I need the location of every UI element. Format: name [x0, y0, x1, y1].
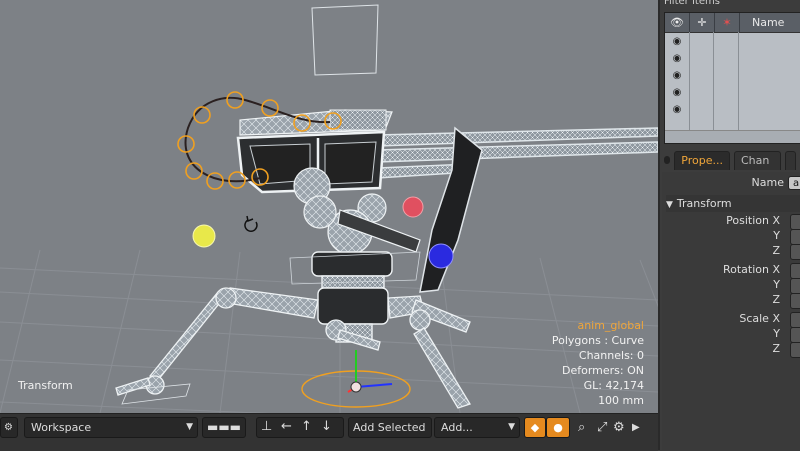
- dropdown-arrow-icon: ▼: [508, 422, 515, 432]
- play-icon[interactable]: ▶: [632, 417, 640, 438]
- position-z-field[interactable]: [790, 244, 800, 260]
- 3d-viewport[interactable]: Transform anim_global Polygons : Curve C…: [0, 0, 658, 413]
- render-column-icon[interactable]: ✶: [715, 13, 740, 32]
- search-icon[interactable]: ⌕: [578, 417, 585, 438]
- name-field[interactable]: a: [788, 176, 800, 190]
- right-panel: Filter Items 👁 ✛ ✶ Name ◉ ◉ ◉ ◉ ◉ Prope.…: [658, 0, 800, 450]
- info-channels: Channels: 0: [578, 349, 644, 362]
- scale-y-label: Y: [773, 327, 780, 340]
- maximize-icon[interactable]: ⤢: [597, 417, 607, 438]
- info-gl: GL: 42,174: [583, 379, 644, 392]
- scale-z-field[interactable]: [790, 342, 800, 358]
- column-divider: [689, 32, 690, 143]
- tab-properties[interactable]: Prope...: [674, 151, 730, 170]
- tripod-legs: [115, 287, 471, 409]
- info-deformers: Deformers: ON: [562, 364, 644, 377]
- viewport-tool-label: Transform: [18, 379, 73, 392]
- eye-icon[interactable]: ◉: [665, 87, 689, 98]
- gun-barrels: [377, 127, 658, 179]
- rotate-cursor-icon: [244, 215, 258, 232]
- scale-y-field[interactable]: [790, 327, 800, 343]
- rotation-y-label: Y: [773, 278, 780, 291]
- dropdown-arrow-icon: ▼: [186, 422, 193, 432]
- position-y-field[interactable]: [790, 229, 800, 245]
- name-label: Name: [751, 176, 784, 189]
- workspace-label: Workspace: [31, 421, 92, 434]
- hierarchy-nav-group: ⊥ ← ↑ ↓: [256, 417, 344, 438]
- list-item[interactable]: ◉: [665, 84, 800, 101]
- layout-grid-button[interactable]: ▬▬▬: [202, 417, 246, 438]
- items-header: 👁 ✛ ✶ Name: [665, 13, 800, 33]
- items-scrollbar[interactable]: [665, 130, 800, 143]
- list-item[interactable]: ◉: [665, 101, 800, 118]
- info-item-name: anim_global: [577, 319, 644, 332]
- column-divider: [713, 32, 714, 143]
- list-item[interactable]: ◉: [665, 67, 800, 84]
- properties-tabs: Prope... Chan ...: [664, 151, 800, 185]
- section-title: Transform: [676, 197, 732, 210]
- blue-handle[interactable]: [428, 243, 454, 269]
- camera-frame: [311, 4, 379, 76]
- position-y-label: Y: [773, 229, 780, 242]
- tab-more[interactable]: [785, 151, 796, 170]
- key-diamond-icon: ◆: [530, 421, 540, 434]
- position-x-field[interactable]: [790, 214, 800, 230]
- hierarchy-icon[interactable]: ⊥: [261, 416, 272, 437]
- list-item[interactable]: ◉: [665, 50, 800, 67]
- column-divider: [738, 32, 739, 143]
- arrow-down-icon[interactable]: ↓: [321, 416, 332, 437]
- bottom-toolbar: ⚙ Workspace ▼ ▬▬▬ ⊥ ← ↑ ↓ Add Selected A…: [0, 413, 658, 451]
- lock-column-icon[interactable]: ✛: [690, 13, 715, 32]
- rotation-x-label: Rotation X: [722, 263, 780, 276]
- scale-x-field[interactable]: [790, 312, 800, 328]
- eye-icon[interactable]: ◉: [665, 36, 689, 47]
- rotation-z-field[interactable]: [790, 293, 800, 309]
- scale-z-label: Z: [772, 342, 780, 355]
- eye-icon[interactable]: ◉: [665, 70, 689, 81]
- panel-menu-icon[interactable]: [664, 156, 671, 164]
- tab-channels[interactable]: Chan ...: [733, 151, 782, 185]
- add-dropdown[interactable]: Add... ▼: [434, 417, 520, 438]
- eye-icon[interactable]: ◉: [665, 104, 689, 115]
- info-polygons: Polygons : Curve: [551, 334, 644, 347]
- layout-toggle-button[interactable]: ⚙: [0, 417, 18, 438]
- items-panel-title: Filter Items: [664, 0, 720, 7]
- viewport-info: anim_global Polygons : Curve Channels: 0…: [552, 318, 644, 408]
- arrow-left-icon[interactable]: ←: [281, 416, 292, 437]
- key-circle-icon: ●: [553, 421, 563, 434]
- rotation-x-field[interactable]: [790, 263, 800, 279]
- add-label: Add...: [441, 421, 473, 434]
- transform-gizmo[interactable]: [301, 350, 411, 408]
- transform-section[interactable]: ▼ Transform: [666, 195, 800, 212]
- list-item[interactable]: ◉: [665, 33, 800, 50]
- properties-panel: Name a ▼ Transform Position X Y Z Rotatio…: [662, 172, 800, 450]
- key-button[interactable]: ◆: [524, 417, 546, 438]
- gear-icon[interactable]: ⚙: [613, 417, 625, 438]
- arrow-up-icon[interactable]: ↑: [301, 416, 312, 437]
- eye-icon[interactable]: ◉: [665, 53, 689, 64]
- layout-icon: ⚙: [4, 422, 13, 433]
- key-options-button[interactable]: ●: [546, 417, 570, 438]
- scale-x-label: Scale X: [739, 312, 780, 325]
- add-selected-button[interactable]: Add Selected: [348, 417, 432, 438]
- name-column-header[interactable]: Name: [740, 13, 800, 32]
- workspace-dropdown[interactable]: Workspace ▼: [24, 417, 198, 438]
- position-z-label: Z: [772, 244, 780, 257]
- grid-icon: ▬▬▬: [206, 420, 241, 434]
- yellow-handle[interactable]: [192, 224, 216, 248]
- position-x-label: Position X: [726, 214, 780, 227]
- rotation-z-label: Z: [772, 293, 780, 306]
- turret-base: [311, 251, 393, 343]
- items-rows: ◉ ◉ ◉ ◉ ◉: [665, 33, 800, 118]
- rotation-y-field[interactable]: [790, 278, 800, 294]
- info-grid: 100 mm: [598, 394, 644, 407]
- section-collapse-icon[interactable]: ▼: [666, 200, 673, 210]
- items-list[interactable]: 👁 ✛ ✶ Name ◉ ◉ ◉ ◉ ◉: [664, 12, 800, 144]
- visibility-column-icon[interactable]: 👁: [665, 13, 690, 32]
- red-handle[interactable]: [402, 196, 424, 218]
